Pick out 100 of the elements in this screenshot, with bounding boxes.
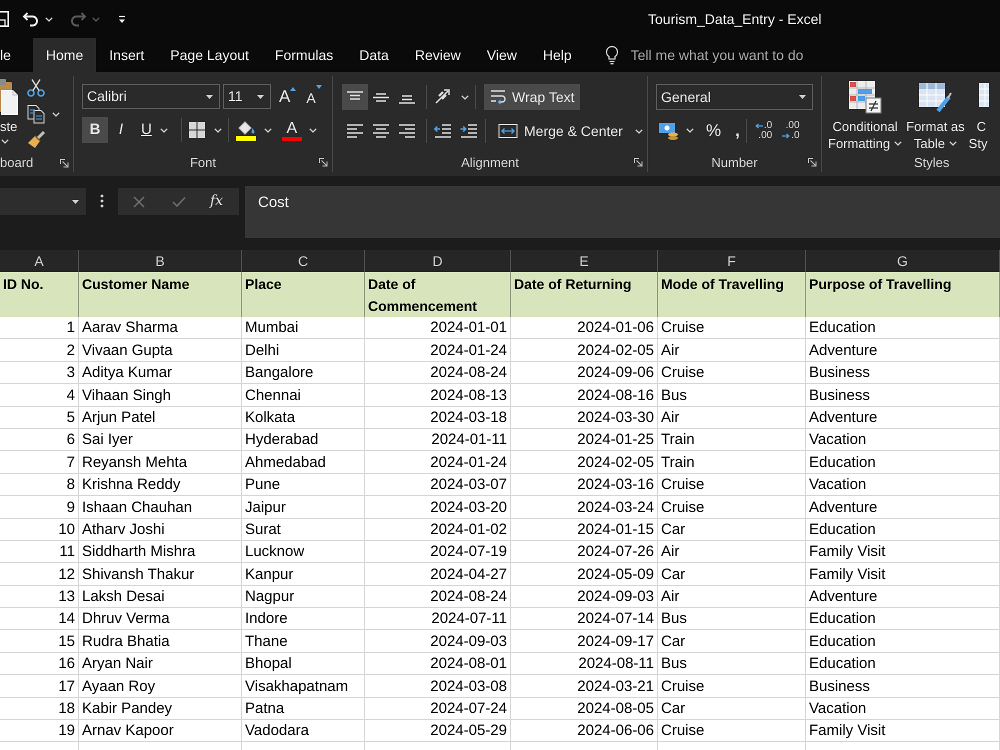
wrap-text-button[interactable]: Wrap Text — [484, 84, 580, 110]
ribbon-tab[interactable]: le — [0, 38, 33, 72]
bold-button[interactable]: B — [82, 117, 108, 143]
table-cell: Shivansh Thakur — [79, 563, 242, 586]
header-cell: Purpose of Travelling — [806, 272, 1000, 317]
table-cell: 10 — [0, 518, 79, 541]
merge-center-button[interactable]: Merge & Center — [494, 118, 647, 144]
customize-icon[interactable] — [118, 14, 126, 24]
dialog-launcher-icon[interactable] — [634, 158, 643, 167]
dialog-launcher-icon[interactable] — [319, 158, 328, 167]
table-cell: Car — [658, 630, 806, 653]
table-cell: 2024-08-11 — [511, 652, 658, 676]
table-cell: Adventure — [806, 586, 1000, 608]
paste-button[interactable]: ste — [0, 78, 22, 154]
increase-indent-icon[interactable] — [459, 123, 479, 139]
table-cell: 2 — [0, 339, 79, 362]
table-cell: Air — [658, 339, 806, 362]
ribbon-tab[interactable]: Page Layout — [157, 38, 262, 72]
formula-field[interactable]: Cost — [245, 186, 1000, 238]
window-title: Tourism_Data_Entry - Excel — [648, 10, 822, 29]
decrease-decimal-button[interactable]: .00 .0 — [782, 120, 800, 141]
ribbon-tab[interactable]: Insert — [96, 38, 158, 72]
table-cell: Bhopal — [242, 652, 365, 676]
header-cell: Place — [242, 272, 365, 317]
undo-icon[interactable] — [22, 11, 40, 27]
table-cell: Vacation — [806, 474, 1000, 496]
vertical-dots-icon[interactable] — [100, 194, 104, 208]
table-cell: 2024-07-14 — [511, 608, 658, 630]
table-cell: Adventure — [806, 339, 1000, 362]
align-top-button[interactable] — [342, 84, 368, 110]
brush-icon[interactable] — [26, 130, 46, 150]
table-cell: 2024-01-01 — [365, 317, 511, 340]
font-color-button[interactable]: A — [282, 120, 317, 140]
format-as-table-button[interactable]: Format as Table — [904, 80, 967, 152]
copy-icon[interactable] — [26, 104, 46, 124]
table-cell: Sai Iyer — [79, 428, 242, 452]
table-cell: Dhruv Verma — [79, 608, 242, 630]
money-icon[interactable] — [658, 120, 680, 141]
table-cell: Bus — [658, 384, 806, 407]
ribbon-tab[interactable]: Home — [32, 38, 96, 72]
dialog-launcher-icon[interactable] — [60, 158, 69, 168]
scissors-icon[interactable] — [26, 78, 46, 98]
table-cell: 2024-01-25 — [511, 428, 658, 452]
table-cell: 1 — [0, 317, 79, 340]
table-cell: Reyansh Mehta — [79, 451, 242, 474]
table-cell: Business — [806, 675, 1000, 698]
caret-icon[interactable] — [72, 200, 79, 204]
name-box-field[interactable] — [0, 188, 86, 215]
borders-icon[interactable] — [188, 121, 206, 139]
dialog-launcher-icon[interactable] — [808, 158, 817, 167]
table-cell: Vadodara — [242, 720, 365, 742]
shrink-font-button[interactable]: A — [306, 85, 322, 108]
table-cell: Education — [806, 451, 1000, 474]
header-cell: Date of Commencement — [365, 272, 511, 317]
table-cell: Car — [658, 518, 806, 541]
fill-color-icon[interactable] — [234, 119, 257, 141]
underline-button[interactable]: U — [134, 117, 175, 143]
grow-font-button[interactable]: A — [279, 86, 296, 106]
increase-decimal-button[interactable]: .0 .00 — [754, 120, 772, 141]
ribbon-tab[interactable]: Review — [402, 38, 474, 72]
caret-icon[interactable] — [799, 95, 806, 99]
font-name-field[interactable]: Calibri — [82, 84, 220, 109]
table-cell: 6 — [0, 428, 79, 452]
conditional-formatting-button[interactable]: Conditional Formatting — [826, 80, 904, 152]
ribbon-tab[interactable]: Help — [530, 38, 585, 72]
table-cell: 12 — [0, 563, 79, 586]
ribbon-tab[interactable]: Data — [346, 38, 402, 72]
cancel-icon[interactable] — [133, 196, 145, 208]
number-format-field[interactable]: General — [656, 84, 813, 110]
table-cell: 2024-08-24 — [365, 362, 511, 384]
ribbon-tab[interactable]: View — [474, 38, 530, 72]
table-cell: 2024-03-18 — [365, 406, 511, 429]
check-icon[interactable] — [172, 196, 186, 208]
table-cell: 16 — [0, 652, 79, 676]
table-cell: Ahmedabad — [242, 451, 365, 474]
table-cell: Thane — [242, 630, 365, 653]
table-cell: 2024-07-24 — [365, 698, 511, 720]
table-cell: Rudra Bhatia — [79, 630, 242, 653]
percent-button[interactable]: % — [706, 118, 722, 144]
decrease-indent-icon[interactable] — [433, 123, 453, 139]
table-cell: Education — [806, 630, 1000, 653]
caret-icon[interactable] — [257, 94, 264, 98]
font-size-field[interactable]: 11 — [223, 84, 271, 109]
header-cell: Customer Name — [79, 272, 242, 317]
comma-button[interactable]: , — [735, 118, 740, 144]
table-cell: Mumbai — [242, 317, 365, 340]
table-cell: Laksh Desai — [79, 586, 242, 608]
table-cell: 3 — [0, 362, 79, 384]
caret-icon[interactable] — [206, 94, 213, 98]
tell-me-field[interactable]: Tell me what you want to do — [630, 44, 861, 66]
ribbon-tab[interactable]: Formulas — [262, 38, 346, 72]
save-icon[interactable] — [0, 11, 9, 27]
table-cell: Education — [806, 317, 1000, 340]
italic-button[interactable]: I — [108, 117, 134, 143]
table-cell: Ishaan Chauhan — [79, 496, 242, 519]
table-cell: Pune — [242, 474, 365, 496]
wrap-text-icon — [489, 88, 507, 106]
table-cell: 2024-03-08 — [365, 675, 511, 698]
styles-button[interactable]: C Sty — [968, 80, 989, 152]
insert-function-button[interactable]: fx — [210, 191, 224, 212]
